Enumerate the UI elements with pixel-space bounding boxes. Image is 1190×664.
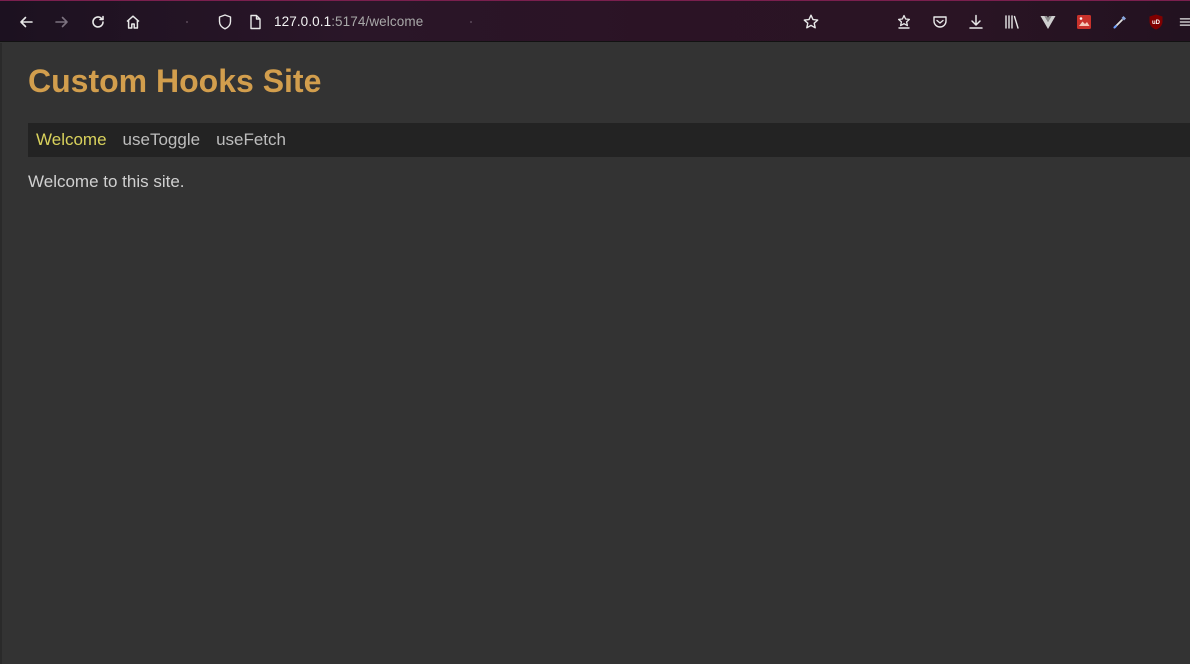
reading-list-icon[interactable] [890, 8, 918, 36]
address-bar[interactable]: 127.0.0.1:5174/welcome [212, 8, 792, 36]
home-icon[interactable] [119, 8, 147, 36]
bookmark-star-icon[interactable] [797, 8, 825, 36]
url-text[interactable]: 127.0.0.1:5174/welcome [274, 14, 423, 29]
page-content: Custom Hooks Site Welcome useToggle useF… [0, 43, 1190, 664]
browser-toolbar: 127.0.0.1:5174/welcome uD [0, 0, 1190, 42]
decorative-dot [186, 21, 188, 23]
nav-link-welcome[interactable]: Welcome [36, 130, 107, 150]
color-picker-extension-icon[interactable] [1106, 8, 1134, 36]
nav-link-usetoggle[interactable]: useToggle [123, 130, 201, 150]
forward-arrow-icon[interactable] [48, 8, 76, 36]
welcome-message: Welcome to this site. [28, 172, 185, 191]
pocket-icon[interactable] [926, 8, 954, 36]
url-path: :5174/welcome [331, 14, 424, 29]
hamburger-menu-icon[interactable] [1178, 8, 1190, 36]
url-host: 127.0.0.1 [274, 14, 332, 29]
vue-devtools-extension-icon[interactable] [1034, 8, 1062, 36]
nav-link-usefetch[interactable]: useFetch [216, 130, 286, 150]
svg-text:uD: uD [1152, 20, 1161, 26]
download-icon[interactable] [962, 8, 990, 36]
back-arrow-icon[interactable] [12, 8, 40, 36]
reload-icon[interactable] [84, 8, 112, 36]
site-nav: Welcome useToggle useFetch [28, 123, 1190, 157]
site-title: Custom Hooks Site [28, 63, 322, 99]
tracking-protection-shield-icon[interactable] [216, 13, 234, 31]
image-extension-icon[interactable] [1070, 8, 1098, 36]
ublock-origin-icon[interactable]: uD [1142, 8, 1170, 36]
page-info-icon[interactable] [246, 13, 264, 31]
library-icon[interactable] [998, 8, 1026, 36]
